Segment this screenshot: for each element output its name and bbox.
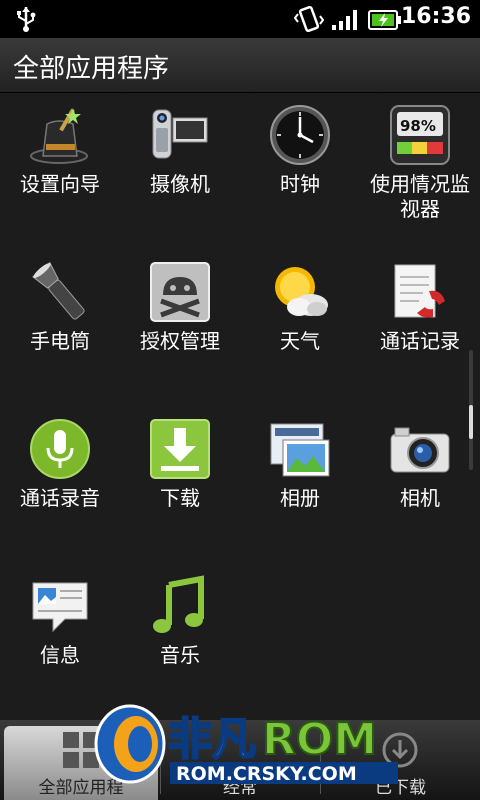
app-camcorder[interactable]: 摄像机 bbox=[120, 92, 240, 242]
svg-text:非凡: 非凡 bbox=[168, 714, 256, 765]
download-icon bbox=[150, 419, 210, 479]
usb-icon bbox=[17, 7, 36, 32]
page-title: 全部应用程序 bbox=[13, 54, 170, 84]
app-camera[interactable]: 相机 bbox=[360, 406, 480, 556]
flashlight-icon bbox=[32, 261, 85, 320]
app-clock[interactable]: 时钟 bbox=[240, 92, 360, 242]
app-usage-monitor[interactable]: 98% 使用情况监视器 bbox=[360, 92, 480, 242]
app-label: 信息 bbox=[40, 643, 80, 667]
app-weather[interactable]: 天气 bbox=[240, 249, 360, 399]
music-icon bbox=[153, 575, 204, 633]
signal-icon bbox=[332, 10, 357, 30]
camcorder-icon bbox=[152, 109, 208, 159]
app-label: 相册 bbox=[280, 486, 320, 510]
messages-icon bbox=[32, 582, 88, 633]
call-recorder-icon bbox=[30, 419, 90, 479]
vibrate-icon bbox=[294, 6, 324, 32]
app-call-log[interactable]: 通话记录 bbox=[360, 249, 480, 399]
app-label: 通话录音 bbox=[20, 486, 100, 510]
app-label: 通话记录 bbox=[380, 329, 460, 353]
app-label: 天气 bbox=[280, 329, 320, 353]
app-messages[interactable]: 信息 bbox=[0, 563, 120, 713]
app-label: 下载 bbox=[160, 486, 200, 510]
app-download[interactable]: 下载 bbox=[120, 406, 240, 556]
app-grid: 设置向导 摄像机 时钟 98% 使用情况监视器 手电筒 授权管理 天气 通话记录… bbox=[0, 92, 480, 720]
battery-charging-icon bbox=[368, 10, 401, 30]
weather-icon bbox=[275, 267, 328, 316]
app-label: 使用情况监视器 bbox=[370, 172, 470, 221]
svg-text:ROM.CRSKY.COM: ROM.CRSKY.COM bbox=[176, 763, 357, 785]
gallery-icon bbox=[270, 423, 330, 477]
app-gallery[interactable]: 相册 bbox=[240, 406, 360, 556]
svg-text:98%: 98% bbox=[400, 117, 436, 135]
app-call-recorder[interactable]: 通话录音 bbox=[0, 406, 120, 556]
app-flashlight[interactable]: 手电筒 bbox=[0, 249, 120, 399]
app-label: 手电筒 bbox=[30, 329, 90, 353]
watermark-logo: 非凡 ROM ROM.CRSKY.COM bbox=[94, 704, 398, 785]
status-time: 16:36 bbox=[400, 4, 471, 29]
title-bar: 全部应用程序 bbox=[0, 38, 480, 93]
app-label: 设置向导 bbox=[20, 172, 100, 196]
clock-icon bbox=[270, 105, 330, 165]
call-log-icon bbox=[394, 264, 445, 318]
camera-icon bbox=[390, 427, 450, 473]
app-label: 音乐 bbox=[160, 643, 200, 667]
usage-monitor-icon: 98% bbox=[390, 105, 450, 165]
svg-text:ROM: ROM bbox=[262, 714, 377, 765]
app-label: 相机 bbox=[400, 486, 440, 510]
app-settings-wizard[interactable]: 设置向导 bbox=[0, 92, 120, 242]
app-music[interactable]: 音乐 bbox=[120, 563, 240, 713]
app-label: 时钟 bbox=[280, 172, 320, 196]
settings-wizard-icon bbox=[30, 108, 88, 164]
app-label: 授权管理 bbox=[140, 329, 220, 353]
app-superuser[interactable]: 授权管理 bbox=[120, 249, 240, 399]
scroll-thumb[interactable] bbox=[469, 405, 473, 439]
superuser-icon bbox=[150, 262, 210, 322]
status-bar: 16:36 bbox=[0, 0, 480, 38]
app-label: 摄像机 bbox=[150, 172, 210, 196]
